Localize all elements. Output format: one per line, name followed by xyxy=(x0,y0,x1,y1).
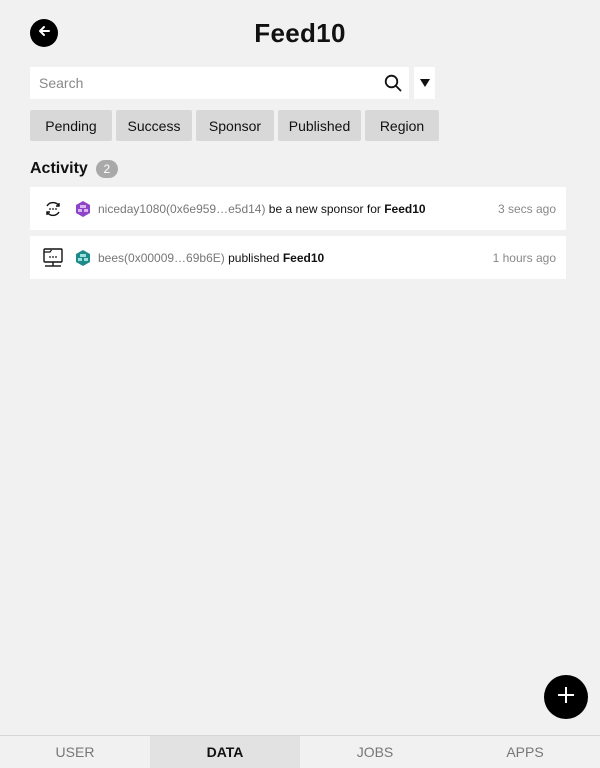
page-title: Feed10 xyxy=(254,18,346,48)
tab-user[interactable]: USER xyxy=(0,736,150,768)
activity-text: niceday1080(0x6e959…e5d14) be a new spon… xyxy=(98,202,498,216)
activity-time: 1 hours ago xyxy=(492,250,556,265)
tab-data[interactable]: DATA xyxy=(150,736,300,768)
user-avatar[interactable] xyxy=(74,249,92,267)
activity-item[interactable]: niceday1080(0x6e959…e5d14) be a new spon… xyxy=(30,187,566,230)
tab-apps[interactable]: APPS xyxy=(450,736,600,768)
filter-pending-button[interactable]: Pending xyxy=(30,110,112,141)
actor-link[interactable]: niceday1080(0x6e959…e5d14) xyxy=(98,202,265,216)
object-link[interactable]: Feed10 xyxy=(384,202,425,216)
app-root: Feed10 Pending Success Sponsor Published… xyxy=(0,0,600,768)
activity-count-badge: 2 xyxy=(95,160,118,178)
search-box xyxy=(30,67,409,99)
activity-list: niceday1080(0x6e959…e5d14) be a new spon… xyxy=(30,187,566,285)
plus-icon xyxy=(557,686,575,709)
filter-region-button[interactable]: Region xyxy=(365,110,439,141)
search-input[interactable] xyxy=(30,67,377,99)
tab-jobs[interactable]: JOBS xyxy=(300,736,450,768)
publish-monitor-icon xyxy=(42,247,64,269)
filter-chip-row: Pending Success Sponsor Published Region xyxy=(30,110,439,141)
activity-header: Activity 2 xyxy=(30,160,118,178)
activity-time: 3 secs ago xyxy=(497,201,556,216)
filter-success-button[interactable]: Success xyxy=(116,110,192,141)
actor-link[interactable]: bees(0x00009…69b6E) xyxy=(98,251,225,265)
activity-text: bees(0x00009…69b6E) published Feed10 xyxy=(98,251,493,265)
bottom-nav: USER DATA JOBS APPS xyxy=(0,735,600,768)
filter-sponsor-button[interactable]: Sponsor xyxy=(196,110,274,141)
sponsor-sync-icon xyxy=(42,198,64,220)
user-avatar[interactable] xyxy=(74,200,92,218)
activity-title: Activity xyxy=(30,160,88,177)
search-icon[interactable] xyxy=(377,67,409,99)
object-link[interactable]: Feed10 xyxy=(283,251,324,265)
activity-verb: published xyxy=(224,250,283,265)
filter-toggle-button[interactable] xyxy=(414,67,435,99)
caret-down-icon xyxy=(419,74,430,92)
activity-verb: be a new sponsor for xyxy=(265,201,385,216)
filter-published-button[interactable]: Published xyxy=(278,110,361,141)
activity-item[interactable]: bees(0x00009…69b6E) published Feed10 1 h… xyxy=(30,236,566,279)
add-button[interactable] xyxy=(544,675,588,719)
